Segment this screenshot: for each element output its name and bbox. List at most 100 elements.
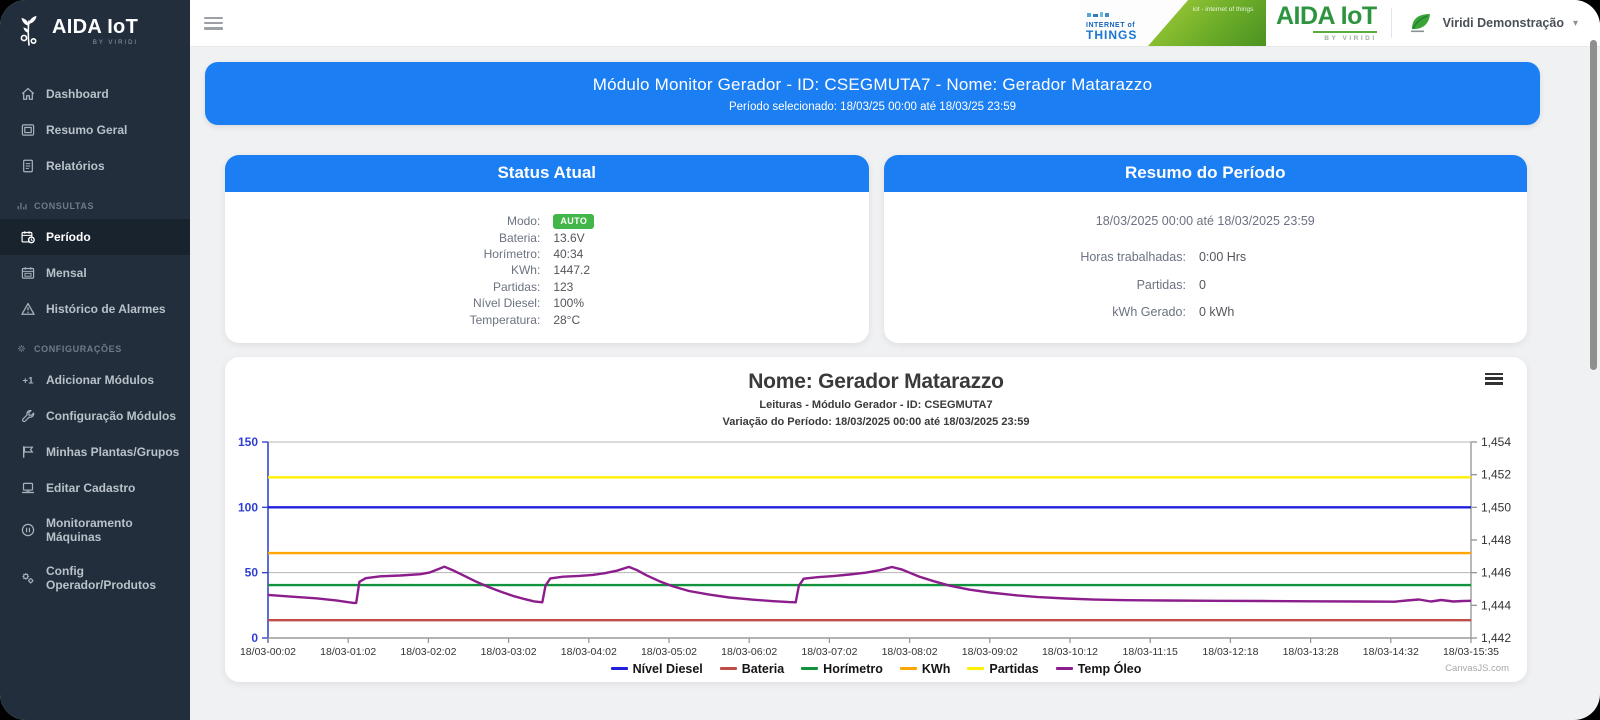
legend-item-temp-leo[interactable]: Temp Óleo — [1055, 661, 1142, 676]
legend-item-partidas[interactable]: Partidas — [967, 661, 1039, 676]
plant-logo-icon — [14, 14, 44, 48]
module-banner: Módulo Monitor Gerador - ID: CSEGMUTA7 -… — [205, 62, 1540, 125]
kv-value: 1447.2 — [553, 263, 591, 278]
module-banner-subtitle: Período selecionado: 18/03/25 00:00 até … — [728, 101, 1017, 113]
iot-diagonal-text: iot - internet of things — [1192, 6, 1254, 13]
legend-label: Horímetro — [823, 661, 883, 676]
kv-row: kWh Gerado: 0 kWh — [884, 305, 1528, 321]
kv-label: Partidas: — [492, 279, 541, 294]
sidebar-label: Adicionar Módulos — [46, 373, 154, 387]
add-module-icon: +1 — [20, 372, 36, 388]
x-axis-label: 18/03-13:28 — [1283, 646, 1339, 658]
sidebar-item-config-operador-produtos[interactable]: Config Operador/Produtos — [0, 554, 190, 602]
aida-logo-underline — [1312, 31, 1377, 33]
legend-label: Temp Óleo — [1077, 661, 1142, 676]
y-axis-left-label: 0 — [251, 631, 258, 645]
period-summary-rows: Horas trabalhadas: 0:00 Hrs Partidas: 0 kWh … — [884, 250, 1528, 321]
x-axis-label: 18/03-06:02 — [721, 646, 777, 658]
flag-icon — [20, 444, 36, 460]
module-banner-title: Módulo Monitor Gerador - ID: CSEGMUTA7 -… — [592, 75, 1153, 94]
pause-circle-icon — [20, 522, 36, 538]
main-content: Módulo Monitor Gerador - ID: CSEGMUTA7 -… — [190, 47, 1600, 720]
warning-icon — [20, 301, 36, 317]
y-axis-right-label: 1,452 — [1481, 467, 1511, 481]
sidebar-label: Config Operador/Produtos — [46, 564, 157, 592]
period-summary-title: Resumo do Período — [883, 155, 1527, 192]
kv-label: Horímetro: — [483, 247, 541, 262]
wrench-icon — [20, 408, 36, 424]
sidebar-item-dashboard[interactable]: Dashboard — [0, 76, 190, 112]
sidebar-section-configura-es: CONFIGURAÇÕES — [0, 327, 190, 362]
legend-item-hor-metro[interactable]: Horímetro — [801, 662, 883, 676]
sidebar-item-monitoramento-m-quinas[interactable]: Monitoramento Máquinas — [0, 506, 190, 554]
svg-text:+1: +1 — [23, 376, 35, 387]
sidebar-item-relat-rios[interactable]: Relatórios — [0, 148, 190, 184]
kv-label: Temperatura: — [469, 312, 541, 327]
legend-label: Bateria — [741, 661, 785, 676]
kv-row: Horas trabalhadas: 0:00 Hrs — [884, 250, 1528, 266]
x-axis-label: 18/03-09:02 — [962, 646, 1018, 658]
summary-cards-row: Status Atual Modo: AUTO Bateria: 13.6V Horím… — [225, 155, 1527, 343]
gears-icon — [20, 570, 36, 586]
status-card-title: Status Atual — [225, 155, 869, 192]
sidebar-label: Monitoramento Máquinas — [46, 516, 133, 544]
sidebar-logo-title: AIDA IoT — [52, 15, 139, 38]
kv-label: KWh: — [510, 263, 541, 278]
kv-value: 123 — [553, 279, 574, 294]
sidebar-item-minhas-plantas-grupos[interactable]: Minhas Plantas/Grupos — [0, 434, 190, 470]
sidebar-item-editar-cadastro[interactable]: Editar Cadastro — [0, 470, 190, 506]
kv-label: Partidas: — [1136, 277, 1186, 292]
chevron-down-icon: ▾ — [1572, 17, 1578, 29]
y-axis-right-label: 1,454 — [1481, 435, 1511, 449]
kv-value: 13.6V — [553, 230, 585, 245]
chart-menu-icon[interactable] — [1485, 372, 1503, 388]
x-axis-label: 18/03-11:15 — [1123, 646, 1178, 658]
sidebar-item-configura-o-m-dulos[interactable]: Configuração Módulos — [0, 398, 190, 434]
legend-item-kwh[interactable]: KWh — [899, 661, 951, 676]
kv-value: 28°C — [553, 312, 581, 327]
kv-row: Partidas: 0 — [884, 278, 1528, 294]
sidebar-item-resumo-geral[interactable]: Resumo Geral — [0, 112, 190, 148]
chart-card: Nome: Gerador Matarazzo Leituras - Módul… — [225, 356, 1527, 682]
sidebar-item-hist-rico-de-alarmes[interactable]: Histórico de Alarmes — [0, 291, 190, 327]
legend-label: Partidas — [989, 661, 1039, 676]
sidebar-item-adicionar-m-dulos[interactable]: +1 Adicionar Módulos — [0, 362, 190, 398]
period-range-text: 18/03/2025 00:00 até 18/03/2025 23:59 — [1095, 214, 1315, 228]
chart-subtitle-1: Leituras - Módulo Gerador - ID: CSEGMUTA… — [759, 398, 993, 411]
sidebar-item-mensal[interactable]: Mensal — [0, 255, 190, 291]
sidebar-nav: Dashboard Resumo Geral Relatórios CONSULTAS… — [0, 76, 190, 602]
legend-item-bateria[interactable]: Bateria — [719, 661, 785, 676]
iot-collage-banner: INTERNET of THINGS iot - internet of thi… — [1080, 0, 1266, 46]
laptop-icon — [20, 480, 36, 496]
x-axis-label: 18/03-15:35 — [1443, 646, 1499, 658]
legend-dash-icon — [967, 667, 985, 670]
sidebar-item-per-odo[interactable]: Período — [0, 219, 190, 255]
hamburger-menu-icon[interactable] — [204, 16, 223, 30]
kv-value: 0 — [1198, 277, 1206, 292]
summary-icon — [20, 122, 36, 138]
y-axis-left-label: 100 — [238, 500, 258, 514]
home-icon — [20, 86, 36, 102]
user-name: Viridi Demonstração — [1442, 16, 1564, 30]
vertical-scrollbar-thumb[interactable] — [1590, 40, 1597, 370]
sidebar: AIDA IoT BY VIRIDI Dashboard Resumo Geral… — [0, 0, 190, 720]
kv-label: Modo: — [506, 214, 541, 228]
sidebar-label: Relatórios — [46, 159, 105, 173]
aida-logo-text: AIDA IoT — [1276, 2, 1377, 30]
kv-value: 40:34 — [553, 247, 584, 262]
chart-subtitle-2: Variação do Período: 18/03/2025 00:00 at… — [722, 415, 1030, 428]
legend-item-n-vel-diesel[interactable]: Nível Diesel — [610, 662, 703, 676]
sidebar-label: CONSULTAS — [34, 200, 95, 211]
aida-header-logo: AIDA IoT BY VIRIDI — [1276, 2, 1377, 43]
chart-legend: Nível Diesel Bateria Horímetro KWh Partidas T… — [225, 662, 1527, 676]
legend-label: KWh — [921, 661, 951, 676]
user-menu[interactable]: Viridi Demonstração ▾ — [1392, 11, 1600, 35]
line-chart-plot: 0 50 100 150 1,442 1,444 1,446 1,448 1,450 1,452 1… — [238, 435, 1511, 658]
kv-row: KWh: 1447.2 — [225, 263, 869, 278]
legend-dash-icon — [899, 667, 917, 670]
mode-auto-badge: AUTO — [553, 214, 595, 230]
aida-logo-subtext: BY VIRIDI — [1324, 35, 1377, 42]
x-axis-label: 18/03-07:02 — [801, 646, 857, 658]
status-card: Status Atual Modo: AUTO Bateria: 13.6V Horím… — [225, 155, 869, 343]
status-card-body: Modo: AUTO Bateria: 13.6V Horímetro: 40:34 KWh… — [225, 192, 869, 339]
